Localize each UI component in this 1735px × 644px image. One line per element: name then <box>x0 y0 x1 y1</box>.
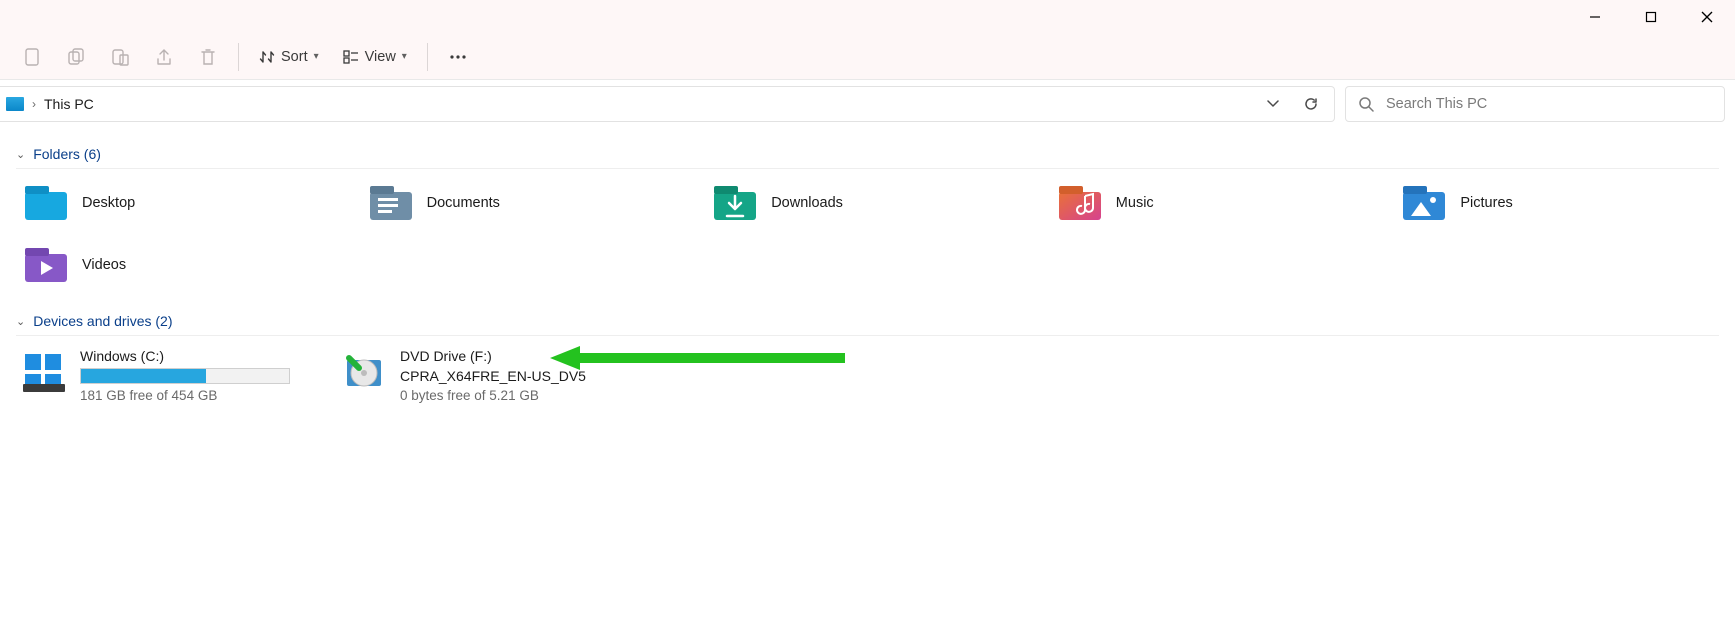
view-label: View <box>365 49 396 65</box>
videos-icon <box>22 245 70 285</box>
more-button[interactable] <box>438 37 478 77</box>
breadcrumb-location[interactable]: This PC <box>44 96 94 112</box>
toolbar-divider <box>427 43 428 71</box>
drive-free-text: 181 GB free of 454 GB <box>80 388 290 403</box>
rename-button[interactable] <box>144 37 184 77</box>
folder-videos[interactable]: Videos <box>16 241 341 289</box>
trash-icon <box>199 47 217 67</box>
refresh-button[interactable] <box>1294 87 1328 121</box>
folder-label: Downloads <box>771 195 843 211</box>
drive-windows-c[interactable]: Windows (C:) 181 GB free of 454 GB <box>16 346 316 405</box>
command-toolbar: Sort ▾ View ▾ <box>0 34 1735 80</box>
window-minimize-button[interactable] <box>1567 0 1623 34</box>
folder-desktop[interactable]: Desktop <box>16 179 341 227</box>
hard-drive-icon <box>20 348 68 396</box>
sort-icon <box>259 49 275 65</box>
toolbar-divider <box>238 43 239 71</box>
drive-usage-fill <box>81 369 206 383</box>
cut-button[interactable] <box>12 37 52 77</box>
desktop-icon <box>22 183 70 223</box>
group-header-folders[interactable]: ⌄ Folders (6) <box>16 140 1719 169</box>
documents-icon <box>367 183 415 223</box>
history-dropdown-button[interactable] <box>1256 87 1290 121</box>
address-row: › This PC <box>0 80 1735 128</box>
downloads-icon <box>711 183 759 223</box>
folder-downloads[interactable]: Downloads <box>705 179 1030 227</box>
drive-name: Windows (C:) <box>80 348 290 364</box>
this-pc-icon <box>6 97 24 111</box>
chevron-down-icon: ▾ <box>402 51 407 62</box>
drive-info: DVD Drive (F:) CPRA_X64FRE_EN-US_DV5 0 b… <box>400 348 586 403</box>
pictures-icon <box>1400 183 1448 223</box>
folder-label: Music <box>1116 195 1154 211</box>
chevron-down-icon: ⌄ <box>16 315 25 328</box>
folder-label: Desktop <box>82 195 135 211</box>
music-icon <box>1056 183 1104 223</box>
paste-button[interactable] <box>100 37 140 77</box>
group-header-drives[interactable]: ⌄ Devices and drives (2) <box>16 307 1719 336</box>
folder-label: Videos <box>82 257 126 273</box>
clipboard-icon <box>23 46 41 68</box>
view-icon <box>343 49 359 65</box>
chevron-right-icon: › <box>32 97 36 111</box>
address-bar-controls <box>1256 87 1334 121</box>
chevron-down-icon: ⌄ <box>16 148 25 161</box>
window-close-button[interactable] <box>1679 0 1735 34</box>
close-icon <box>1701 11 1713 23</box>
dvd-drive-icon <box>340 348 388 396</box>
group-title: Folders (6) <box>33 146 101 162</box>
chevron-down-icon <box>1266 97 1280 111</box>
titlebar <box>0 0 1735 34</box>
ellipsis-icon <box>449 54 467 60</box>
folder-label: Pictures <box>1460 195 1512 211</box>
drive-dvd-f[interactable]: DVD Drive (F:) CPRA_X64FRE_EN-US_DV5 0 b… <box>336 346 636 405</box>
folders-grid: Desktop Documents Downloads Music <box>16 169 1719 307</box>
drive-volume-label: CPRA_X64FRE_EN-US_DV5 <box>400 368 586 384</box>
share-icon <box>154 47 174 67</box>
folder-label: Documents <box>427 195 500 211</box>
folder-pictures[interactable]: Pictures <box>1394 179 1719 227</box>
folder-music[interactable]: Music <box>1050 179 1375 227</box>
search-input[interactable] <box>1384 95 1712 113</box>
folder-documents[interactable]: Documents <box>361 179 686 227</box>
sort-label: Sort <box>281 49 308 65</box>
drive-name: DVD Drive (F:) <box>400 348 586 364</box>
view-button[interactable]: View ▾ <box>333 43 417 71</box>
drive-info: Windows (C:) 181 GB free of 454 GB <box>80 348 290 403</box>
paste-icon <box>110 47 130 67</box>
drive-free-text: 0 bytes free of 5.21 GB <box>400 388 586 403</box>
address-bar[interactable]: › This PC <box>0 86 1335 122</box>
minimize-icon <box>1589 11 1601 23</box>
drive-usage-bar <box>80 368 290 384</box>
drives-list: Windows (C:) 181 GB free of 454 GB DVD D… <box>16 336 1719 415</box>
window-maximize-button[interactable] <box>1623 0 1679 34</box>
group-title: Devices and drives (2) <box>33 313 172 329</box>
copy-button[interactable] <box>56 37 96 77</box>
maximize-icon <box>1645 11 1657 23</box>
search-icon <box>1358 96 1374 112</box>
content-pane: ⌄ Folders (6) Desktop Documents Download… <box>0 128 1735 431</box>
refresh-icon <box>1303 96 1319 112</box>
search-box[interactable] <box>1345 86 1725 122</box>
chevron-down-icon: ▾ <box>314 51 319 62</box>
delete-button[interactable] <box>188 37 228 77</box>
sort-button[interactable]: Sort ▾ <box>249 43 329 71</box>
copy-icon <box>66 47 86 67</box>
